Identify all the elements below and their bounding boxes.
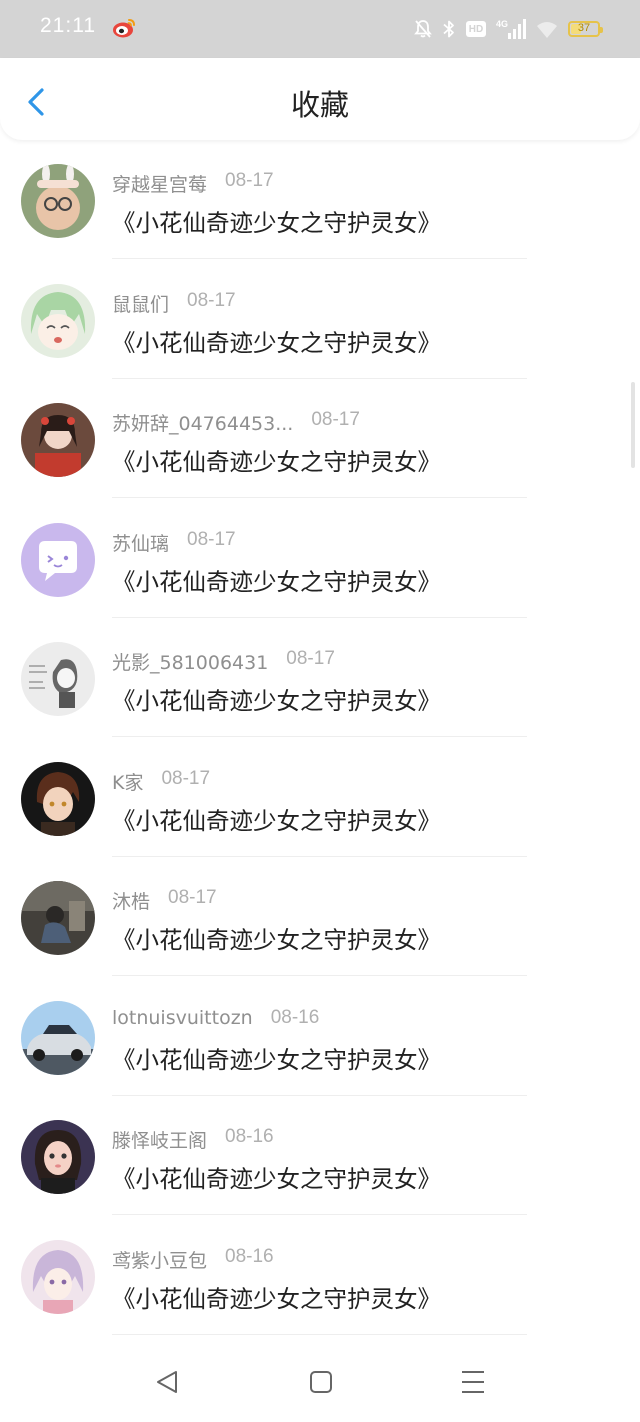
date: 08-16 xyxy=(270,1006,320,1028)
list-item[interactable]: K家 08-17 《小花仙奇迹少女之守护灵女》 xyxy=(0,738,640,858)
avatar[interactable] xyxy=(21,642,95,716)
item-meta: 沐梏 08-17 xyxy=(112,887,217,914)
status-time: 21:11 xyxy=(40,14,96,37)
item-meta: 穿越星宫莓 08-17 xyxy=(112,170,274,197)
nav-menu-button[interactable] xyxy=(460,1368,486,1400)
username: 穿越星宫莓 xyxy=(112,174,208,196)
list-item[interactable]: 沐梏 08-17 《小花仙奇迹少女之守护灵女》 xyxy=(0,857,640,977)
nav-back-icon xyxy=(157,1371,177,1393)
date: 08-17 xyxy=(286,648,335,669)
list-item[interactable]: 光影_581006431 08-17 《小花仙奇迹少女之守护灵女》 xyxy=(0,618,640,738)
divider xyxy=(112,1333,527,1335)
item-title: 《小花仙奇迹少女之守护灵女》 xyxy=(112,1165,441,1193)
item-meta: 光影_581006431 08-17 xyxy=(112,648,335,675)
date: 08-17 xyxy=(168,887,217,908)
wifi-icon xyxy=(537,22,557,38)
username: 苏妍辞_04764453... xyxy=(112,413,294,435)
list-item[interactable]: 鼠鼠们 08-17 《小花仙奇迹少女之守护灵女》 xyxy=(0,260,640,380)
item-title: 《小花仙奇迹少女之守护灵女》 xyxy=(112,687,441,715)
system-nav-bar xyxy=(0,1340,640,1422)
username: 鸢紫小豆包 xyxy=(112,1249,208,1272)
item-meta: 苏仙璃 08-17 xyxy=(112,529,236,556)
avatar[interactable] xyxy=(21,881,95,955)
date: 08-17 xyxy=(311,409,360,430)
date: 08-17 xyxy=(225,170,274,191)
battery-level: 37 xyxy=(577,22,591,34)
avatar[interactable] xyxy=(21,1239,95,1314)
item-meta: K家 08-17 xyxy=(112,768,210,795)
username: K家 xyxy=(112,771,144,794)
item-title: 《小花仙奇迹少女之守护灵女》 xyxy=(112,328,441,357)
item-meta: lotnuisvuittozn 08-16 xyxy=(112,1007,319,1029)
hd-icon: HD xyxy=(466,21,486,37)
item-meta: 鸢紫小豆包 08-16 xyxy=(112,1246,274,1273)
item-title: 《小花仙奇迹少女之守护灵女》 xyxy=(112,1284,441,1313)
list-item[interactable]: 苏妍辞_04764453... 08-17 《小花仙奇迹少女之守护灵女》 xyxy=(0,379,640,499)
item-title: 《小花仙奇迹少女之守护灵女》 xyxy=(112,567,441,596)
mute-bell-icon xyxy=(414,20,432,38)
scrollbar[interactable] xyxy=(631,382,635,468)
item-title: 《小花仙奇迹少女之守护灵女》 xyxy=(112,926,441,954)
nav-back-button[interactable] xyxy=(154,1368,180,1400)
avatar[interactable] xyxy=(21,403,95,477)
username: 鼠鼠们 xyxy=(112,293,170,316)
page-header: 收藏 xyxy=(0,58,640,140)
list-item[interactable]: 滕怿岐王阁 08-16 《小花仙奇迹少女之守护灵女》 xyxy=(0,1096,640,1216)
item-meta: 鼠鼠们 08-17 xyxy=(112,290,236,317)
username: 苏仙璃 xyxy=(112,532,170,555)
item-meta: 苏妍辞_04764453... 08-17 xyxy=(112,409,360,436)
item-title: 《小花仙奇迹少女之守护灵女》 xyxy=(112,209,441,237)
nav-menu-icon xyxy=(462,1371,484,1393)
list-item[interactable]: 穿越星宫莓 08-17 《小花仙奇迹少女之守护灵女》 xyxy=(0,140,640,260)
list-item[interactable]: 鸢紫小豆包 08-16 《小花仙奇迹少女之守护灵女》 xyxy=(0,1216,640,1336)
date: 08-17 xyxy=(187,289,236,311)
avatar[interactable] xyxy=(21,1000,95,1075)
signal-icon: 4G xyxy=(496,19,526,39)
username: 滕怿岐王阁 xyxy=(112,1130,208,1152)
username: 光影_581006431 xyxy=(112,652,269,674)
date: 08-16 xyxy=(225,1245,274,1267)
item-title: 《小花仙奇迹少女之守护灵女》 xyxy=(112,448,441,476)
item-title: 《小花仙奇迹少女之守护灵女》 xyxy=(112,1045,441,1074)
avatar[interactable] xyxy=(21,1120,95,1194)
date: 08-17 xyxy=(161,767,211,789)
avatar[interactable] xyxy=(21,164,95,238)
list-item[interactable]: 苏仙璃 08-17 《小花仙奇迹少女之守护灵女》 xyxy=(0,499,640,619)
date: 08-17 xyxy=(187,528,236,550)
list-item[interactable]: lotnuisvuittozn 08-16 《小花仙奇迹少女之守护灵女》 xyxy=(0,977,640,1097)
nav-home-icon xyxy=(310,1371,332,1393)
bluetooth-icon xyxy=(443,20,454,38)
item-title: 《小花仙奇迹少女之守护灵女》 xyxy=(112,806,441,835)
username: 沐梏 xyxy=(112,891,151,913)
item-meta: 滕怿岐王阁 08-16 xyxy=(112,1126,274,1153)
favorites-list: 穿越星宫莓 08-17 《小花仙奇迹少女之守护灵女》 鼠鼠们 08-17 《小花… xyxy=(0,140,640,1335)
weibo-icon xyxy=(113,19,135,38)
battery-icon: 37 xyxy=(568,21,603,37)
avatar[interactable] xyxy=(21,522,95,597)
nav-home-button[interactable] xyxy=(308,1368,334,1400)
status-bar: 21:11 HD 4G 37 xyxy=(0,0,640,58)
avatar[interactable] xyxy=(21,761,95,836)
avatar[interactable] xyxy=(21,283,95,358)
username: lotnuisvuittozn xyxy=(112,1006,253,1029)
network-type: 4G xyxy=(496,19,508,29)
date: 08-16 xyxy=(225,1126,274,1147)
page-title: 收藏 xyxy=(290,88,349,122)
